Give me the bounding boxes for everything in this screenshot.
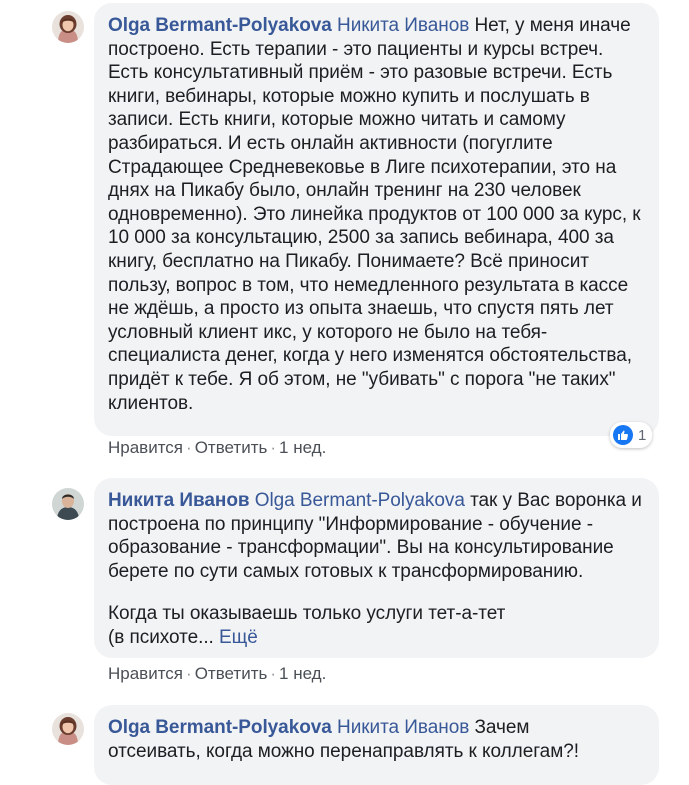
separator-dot: · (270, 438, 277, 457)
mention-link[interactable]: Никита Иванов (337, 15, 469, 36)
comment-bubble: Olga Bermant-Polyakova Никита Иванов Зач… (94, 705, 659, 785)
comment-actions: Нравится · Ответить · 1 нед. (108, 664, 326, 684)
comment-author[interactable]: Никита Иванов (108, 490, 250, 511)
reply-button[interactable]: Ответить (195, 438, 268, 457)
comment-body: Никита Иванов Olga Bermant-Polyakova так… (108, 489, 645, 583)
like-button[interactable]: Нравится (108, 664, 183, 683)
comment-author[interactable]: Olga Bermant-Polyakova (108, 15, 332, 36)
like-button[interactable]: Нравится (108, 438, 183, 457)
like-icon (613, 425, 633, 445)
comment-author[interactable]: Olga Bermant-Polyakova (108, 717, 332, 738)
reaction-summary[interactable]: 1 (610, 422, 653, 448)
user-avatar-woman-icon (52, 713, 84, 745)
comment-body-truncated: Когда ты оказываешь только услуги тет-а-… (108, 602, 645, 649)
avatar[interactable] (52, 713, 84, 745)
comment-actions: Нравится · Ответить · 1 нед. (108, 438, 326, 458)
avatar[interactable] (52, 488, 84, 520)
separator-dot: · (186, 664, 192, 683)
separator-dot: · (270, 664, 277, 683)
comment-timestamp[interactable]: 1 нед. (279, 438, 326, 457)
user-avatar-man-icon (52, 488, 84, 520)
comment-text: Когда ты оказываешь только услуги тет-а-… (108, 603, 506, 648)
avatar[interactable] (52, 11, 84, 43)
mention-link[interactable]: Никита Иванов (337, 717, 469, 738)
see-more-link[interactable]: Ещё (219, 627, 258, 648)
user-avatar-woman-icon (52, 11, 84, 43)
comment-timestamp[interactable]: 1 нед. (279, 664, 326, 683)
comment-text: Нет, у меня иначе построено. Есть терапи… (108, 15, 641, 414)
comment-body: Olga Bermant-Polyakova Никита Иванов Зач… (108, 716, 589, 763)
reaction-count: 1 (638, 426, 647, 444)
mention-link[interactable]: Olga Bermant-Polyakova (255, 490, 465, 511)
reply-button[interactable]: Ответить (195, 664, 268, 683)
comment-body: Olga Bermant-Polyakova Никита Иванов Нет… (108, 14, 645, 415)
separator-dot: · (186, 438, 192, 457)
comment-bubble: Никита Иванов Olga Bermant-Polyakova так… (94, 478, 659, 658)
comment-bubble: Olga Bermant-Polyakova Никита Иванов Нет… (94, 3, 659, 436)
